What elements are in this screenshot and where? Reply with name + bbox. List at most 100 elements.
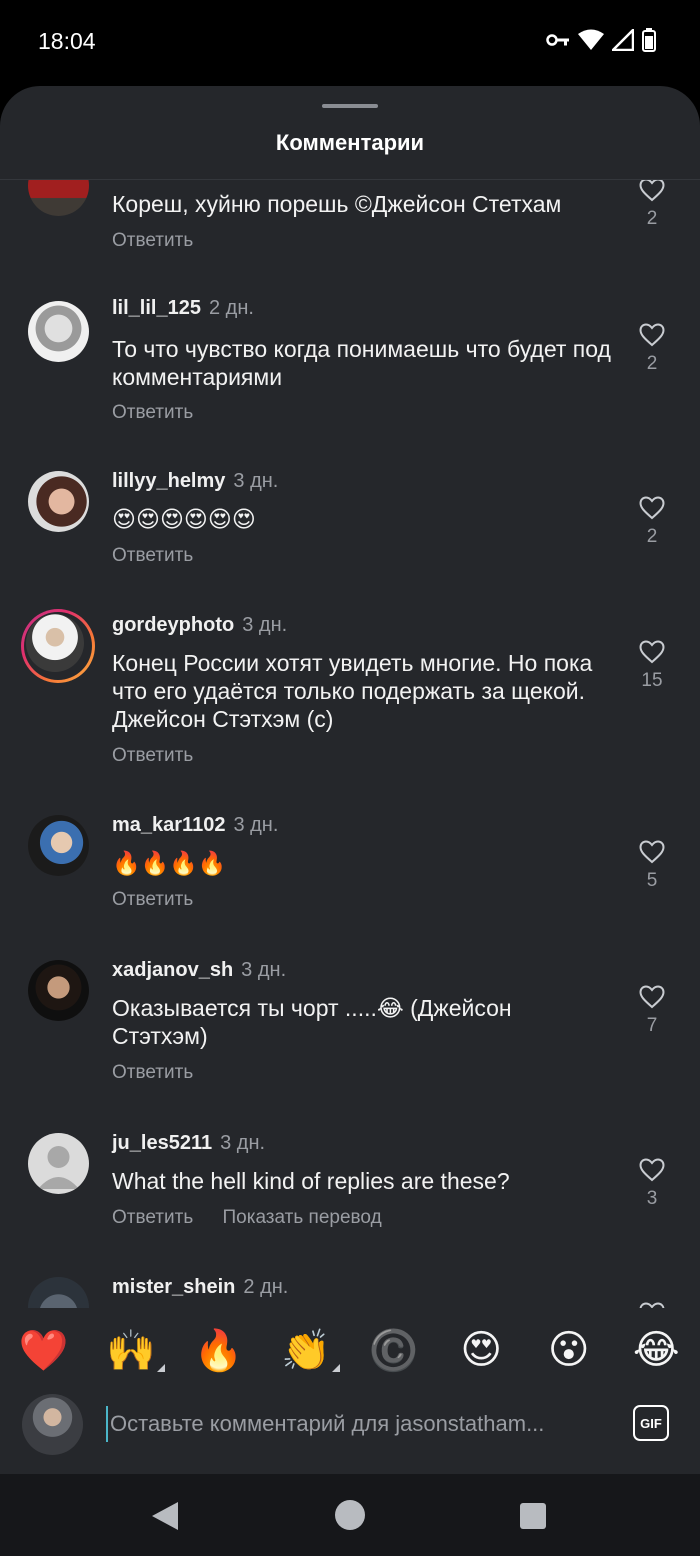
like-button[interactable]: 2 [632,323,672,375]
emoji-raised-hands-button[interactable]: 🙌 [101,1327,166,1374]
comment-time: 3 дн. [220,1132,266,1154]
comment-actions: Ответить [112,889,217,911]
heart-icon [639,180,665,202]
comment-username[interactable]: lil_lil_125 [112,297,201,319]
show-translation-button[interactable]: Показать перевод [223,1207,382,1228]
like-count: 7 [646,1015,658,1036]
comment-text: 😍😍😍😍😍😍 [112,506,256,532]
emoji-laugh-button[interactable]: 😂 [626,1327,686,1373]
story-ring[interactable] [21,609,95,683]
like-button[interactable]: 2 [632,180,672,230]
avatar[interactable] [28,960,89,1021]
comment-time: 2 дн. [208,297,254,319]
comment-text: То что чувство когда понимаешь что будет… [112,336,611,390]
emoji-surprised-button[interactable]: 😮 [539,1327,599,1373]
comment-actions: Ответить [112,745,217,767]
status-icons [546,28,656,52]
like-button[interactable]: 15 [632,640,672,692]
like-count: 2 [646,526,658,547]
reply-button[interactable]: Ответить [112,1062,193,1083]
comment-time: 3 дн. [241,959,287,981]
heart-icon [639,985,665,1009]
comment-header: lil_lil_125 2 дн. [112,297,254,320]
sheet-title: Комментарии [275,130,425,155]
comment-header: gordeyphoto 3 дн. [112,614,287,637]
comment-text: Кореш, хуйню порешь ©Джейсон Стетхам [112,191,562,217]
comment-header: mister_shein 2 дн. [112,1276,288,1299]
emoji-glyph: 🔥 [193,1328,244,1373]
comment-text: What the hell kind of replies are these? [112,1168,510,1194]
emoji-heart-button[interactable]: ❤️ [14,1327,74,1374]
comment-username[interactable]: mister_shein [112,1276,235,1298]
drag-handle[interactable] [322,104,378,108]
comment-actions: Ответить Показать перевод [112,1207,406,1229]
comment-text: Оказывается ты чорт .....😂 (Джейсон Стэт… [112,995,512,1049]
comment-actions: Ответить [112,230,217,252]
comment-time: 3 дн. [233,470,279,492]
comment-actions: Ответить [112,1062,217,1084]
comment-header: xadjanov_sh 3 дн. [112,959,286,982]
comment-username[interactable]: gordeyphoto [112,614,234,636]
recents-icon[interactable] [520,1503,546,1529]
comment-time: 3 дн. [242,614,288,636]
heart-icon [639,840,665,864]
skin-tone-indicator [332,1363,341,1372]
comment-username[interactable]: lillyy_helmy [112,470,225,492]
avatar[interactable] [28,301,89,362]
battery-icon [642,28,656,52]
comment-composer: GIF [0,1392,700,1474]
like-button[interactable]: 3 [632,1158,672,1210]
avatar[interactable] [28,815,89,876]
like-button[interactable]: 7 [632,985,672,1037]
avatar[interactable] [28,180,89,216]
comment-input[interactable] [106,1406,610,1442]
default-avatar-icon [38,1146,79,1189]
comment-text: Конец России хотят увидеть многие. Но по… [112,650,593,732]
emoji-fire-button[interactable]: 🔥 [189,1327,249,1374]
reply-button[interactable]: Ответить [112,545,193,566]
reply-button[interactable]: Ответить [112,745,193,766]
reply-button[interactable]: Ответить [112,230,193,251]
reply-button[interactable]: Ответить [112,402,193,423]
reply-button[interactable]: Ответить [112,889,193,910]
like-count: 5 [646,870,658,891]
comment-username[interactable]: ma_kar1102 [112,814,225,836]
avatar[interactable] [28,1133,89,1194]
avatar[interactable] [28,471,89,532]
like-button[interactable]: 2 [632,496,672,548]
back-icon[interactable] [152,1502,178,1530]
emoji-glyph: 👏 [281,1328,332,1373]
emoji-glyph: 😮 [547,1328,590,1372]
wifi-icon [578,29,604,50]
avatar [26,614,84,672]
avatar[interactable] [28,1277,89,1308]
comment-username[interactable]: xadjanov_sh [112,959,233,981]
comment-header: ju_les5211 3 дн. [112,1132,265,1155]
emoji-clap-button[interactable]: 👏 [276,1327,341,1374]
system-nav-bar [0,1474,700,1556]
comment-actions: Ответить [112,402,217,424]
gif-button[interactable]: GIF [633,1405,669,1441]
heart-icon [639,496,665,520]
like-count: 2 [646,208,658,229]
emoji-heart-eyes-button[interactable]: 😍 [451,1327,511,1373]
heart-icon [639,1158,665,1182]
emoji-glyph: ❤️ [18,1328,69,1373]
reply-button[interactable]: Ответить [112,1207,193,1228]
like-button[interactable]: 5 [632,840,672,892]
comments-sheet: Комментарии Кореш, хуйню порешь ©Джейсон… [0,86,700,1474]
vpn-key-icon [546,34,569,46]
comment-text: 🔥🔥🔥🔥 [112,850,227,876]
emoji-reaction-bar: ❤️ 🙌 🔥 👏 ©️ 😍 😮 😂 [0,1308,700,1392]
emoji-glyph: ©️ [368,1328,419,1373]
heart-icon [639,323,665,347]
comment-username[interactable]: ju_les5211 [112,1132,212,1154]
emoji-glyph: 🙌 [106,1328,157,1373]
like-count: 3 [646,1188,658,1209]
heart-icon [639,640,665,664]
comment-actions: Ответить [112,545,217,567]
home-icon[interactable] [335,1500,365,1530]
emoji-copyright-button[interactable]: ©️ [364,1327,424,1374]
comment-list[interactable]: Кореш, хуйню порешь ©Джейсон Стетхам Отв… [0,180,700,1308]
emoji-glyph: 😂 [632,1328,680,1372]
